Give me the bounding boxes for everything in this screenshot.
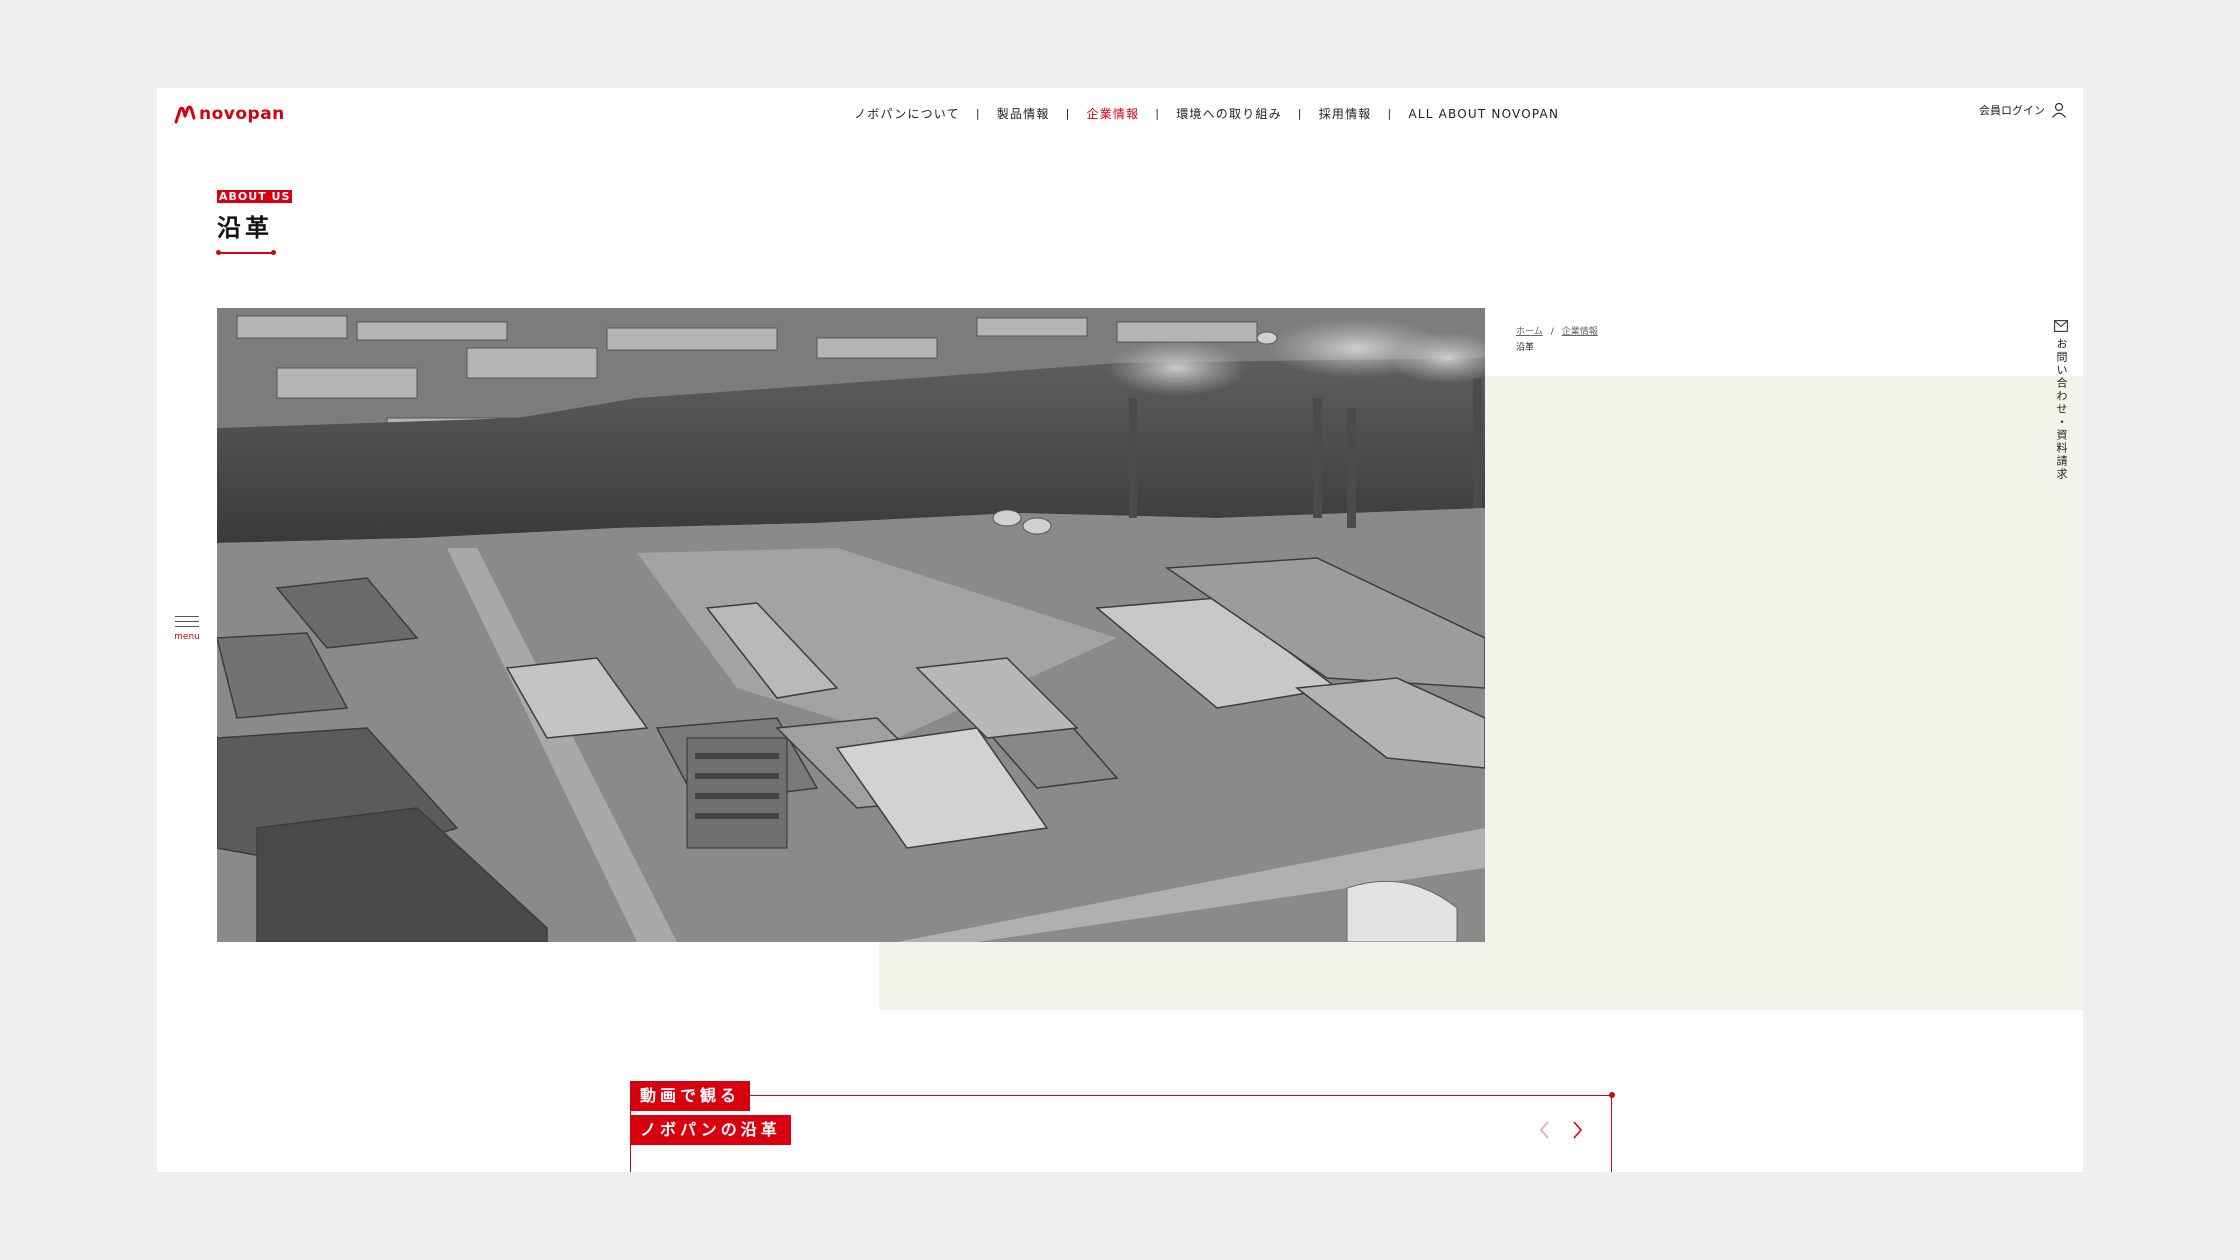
hamburger-icon — [175, 616, 199, 617]
logo-text: novopan — [199, 104, 285, 124]
global-nav: ノボパンについて | 製品情報 | 企業情報 | 環境への取り組み | 採用情報… — [854, 105, 1559, 122]
hamburger-bar — [175, 621, 199, 622]
aerial-factory-photo — [217, 308, 1485, 942]
member-login-button[interactable]: 会員ログイン — [1979, 102, 2067, 118]
nav-separator: | — [1297, 107, 1303, 120]
nav-separator: | — [1387, 107, 1393, 120]
login-label: 会員ログイン — [1979, 104, 2045, 117]
breadcrumb-home[interactable]: ホーム — [1516, 327, 1543, 337]
page: novopan ノボパンについて | 製品情報 | 企業情報 | 環境への取り組… — [157, 88, 2083, 1172]
chevron-left-icon — [1539, 1121, 1549, 1139]
chevron-right-icon — [1573, 1121, 1583, 1139]
nav-separator: | — [1155, 107, 1161, 120]
nav-item-about-novopan[interactable]: ノボパンについて — [854, 105, 960, 122]
carousel-next-button[interactable] — [1567, 1118, 1587, 1142]
nav-item-all-about[interactable]: ALL ABOUT NOVOPAN — [1408, 107, 1559, 121]
logo[interactable]: novopan — [174, 102, 285, 126]
hamburger-bar — [175, 626, 199, 627]
breadcrumb-separator: / — [1550, 327, 1554, 337]
logo-mark-icon — [174, 105, 196, 124]
nav-item-recruit[interactable]: 採用情報 — [1319, 105, 1372, 122]
menu-label: menu — [174, 632, 200, 642]
mail-icon — [2054, 320, 2068, 332]
title-underline — [216, 250, 276, 255]
contact-side-button[interactable]: お問い合わせ・資料請求 — [2053, 320, 2069, 481]
nav-item-company[interactable]: 企業情報 — [1086, 105, 1139, 122]
hero-image — [217, 308, 1485, 942]
nav-item-products[interactable]: 製品情報 — [997, 105, 1050, 122]
page-title: 沿革 — [217, 214, 273, 242]
menu-button[interactable]: menu — [174, 616, 200, 642]
breadcrumb-company[interactable]: 企業情報 — [1562, 327, 1598, 337]
breadcrumb: ホーム / 企業情報 沿革 — [1516, 324, 1598, 356]
nav-separator: | — [1065, 107, 1071, 120]
breadcrumb-current: 沿革 — [1516, 343, 1535, 353]
frame-dot — [1609, 1092, 1615, 1098]
video-tag-line2: ノボパンの沿革 — [630, 1115, 791, 1145]
carousel-prev-button[interactable] — [1535, 1118, 1555, 1142]
nav-separator: | — [975, 107, 981, 120]
user-icon — [2052, 102, 2066, 118]
nav-item-environment[interactable]: 環境への取り組み — [1176, 105, 1282, 122]
section-eyebrow: ABOUT US — [217, 190, 293, 203]
contact-label: お問い合わせ・資料請求 — [2055, 338, 2068, 481]
video-tag-line1: 動画で観る — [630, 1081, 751, 1111]
